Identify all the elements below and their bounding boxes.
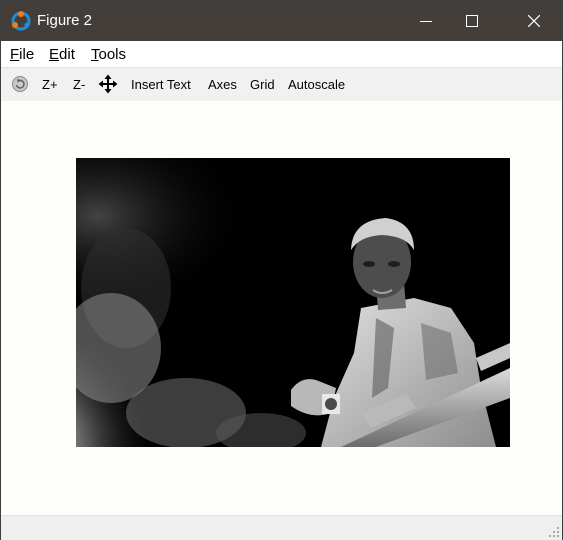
menu-file[interactable]: File	[10, 46, 34, 63]
resize-grip-icon[interactable]	[549, 527, 559, 537]
maximize-button[interactable]	[449, 1, 495, 41]
maximize-icon	[466, 15, 478, 27]
menu-file-mnemonic: F	[10, 46, 20, 63]
octave-logo-icon	[11, 11, 31, 31]
zoom-out-button[interactable]: Z-	[73, 77, 85, 92]
menu-tools-mnemonic: T	[91, 46, 99, 63]
pan-icon[interactable]	[98, 74, 118, 94]
menu-edit-label: dit	[59, 46, 75, 63]
minimize-icon	[420, 21, 432, 22]
insert-text-button[interactable]: Insert Text	[131, 77, 191, 92]
menu-edit-mnemonic: E	[49, 46, 60, 63]
menu-edit[interactable]: Edit	[49, 46, 75, 63]
plot-image	[76, 158, 510, 447]
minimize-button[interactable]	[403, 1, 449, 41]
status-bar	[1, 515, 562, 540]
window-title: Figure 2	[37, 12, 93, 29]
figure-toolbar: Z+ Z- Insert Text Axes Grid Autoscale	[1, 67, 562, 102]
menu-tools[interactable]: Tools	[91, 46, 126, 63]
figure-canvas[interactable]	[1, 101, 562, 515]
inverted-photo-image	[76, 158, 510, 447]
zoom-in-button[interactable]: Z+	[42, 77, 58, 92]
grid-toggle-button[interactable]: Grid	[250, 77, 275, 92]
close-icon	[528, 15, 540, 27]
close-button[interactable]	[511, 1, 557, 41]
menu-bar: File Edit Tools	[1, 41, 562, 67]
title-bar[interactable]: Figure 2	[1, 1, 562, 41]
menu-tools-label: ools	[98, 46, 127, 63]
autoscale-button[interactable]: Autoscale	[288, 77, 345, 92]
axes-toggle-button[interactable]: Axes	[208, 77, 237, 92]
rotate-icon[interactable]	[11, 75, 29, 93]
menu-file-label: ile	[19, 46, 35, 63]
figure-window: Figure 2 File Edit Tools Z+ Z- Insert Te…	[0, 0, 563, 540]
